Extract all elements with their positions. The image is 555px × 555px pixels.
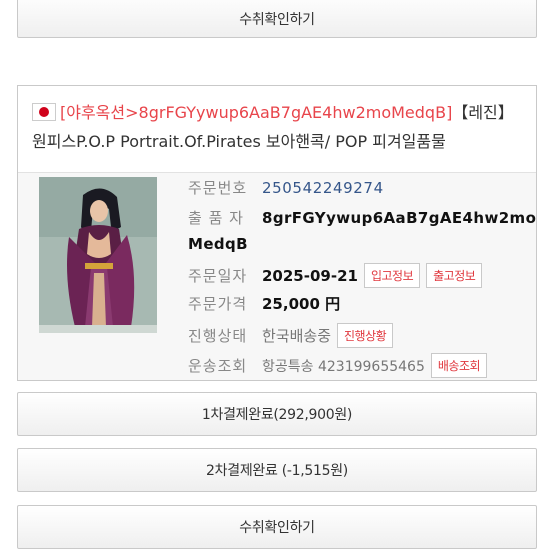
track-delivery-button[interactable]: 배송조회 [430, 353, 488, 378]
order-number-row: 주문번호 250542249274 [188, 177, 384, 198]
seller-label: 출 품 자 [188, 209, 244, 227]
receipt-info-button[interactable]: 입고정보 [363, 263, 421, 288]
progress-status-button[interactable]: 진행상황 [337, 323, 394, 348]
auction-source-label: [야후옥션>8grFGYywup6AaB7gAE4hw2moMedqB] [60, 103, 453, 122]
seller-value: 8grFGYywup6AaB7gAE4hw2mo [262, 209, 537, 227]
order-number-value: 250542249274 [262, 179, 384, 197]
product-image[interactable] [39, 177, 157, 333]
seller-row-continued: MedqB [188, 235, 248, 253]
order-date-label: 주문일자 [188, 267, 248, 285]
status-label: 진행상태 [188, 327, 248, 345]
first-payment-complete-button[interactable]: 1차결제완료(292,900원) [17, 392, 537, 436]
seller-value-continued: MedqB [188, 235, 249, 253]
receipt-confirm-button-top[interactable]: 수취확인하기 [17, 0, 537, 38]
order-date-row: 주문일자 2025-09-21 입고정보 출고정보 [188, 263, 483, 288]
status-row: 진행상태 한국배송중 진행상황 [188, 323, 394, 348]
seller-row: 출 품 자 8grFGYywup6AaB7gAE4hw2mo [188, 207, 536, 228]
status-value: 한국배송중 [262, 327, 332, 345]
tracking-label: 운송조회 [188, 357, 248, 375]
tracking-value: 항공특송 423199655465 [262, 359, 425, 375]
product-title: [야후옥션>8grFGYywup6AaB7gAE4hw2moMedqB]【레진】… [32, 98, 526, 156]
tracking-row: 운송조회 항공특송 423199655465 배송조회 [188, 353, 488, 378]
japan-flag-icon [32, 103, 56, 121]
order-price-row: 주문가격 25,000 円 [188, 293, 340, 314]
second-payment-complete-button[interactable]: 2차결제완료 (-1,515원) [17, 448, 537, 492]
shipment-info-button[interactable]: 출고정보 [426, 263, 483, 288]
order-price-value: 25,000 円 [262, 295, 341, 313]
order-number-label: 주문번호 [188, 179, 248, 197]
order-price-label: 주문가격 [188, 295, 248, 313]
order-card: [야후옥션>8grFGYywup6AaB7gAE4hw2moMedqB]【레진】… [17, 85, 537, 381]
receipt-confirm-button-bottom[interactable]: 수취확인하기 [17, 505, 537, 549]
order-date-value: 2025-09-21 [262, 267, 358, 285]
